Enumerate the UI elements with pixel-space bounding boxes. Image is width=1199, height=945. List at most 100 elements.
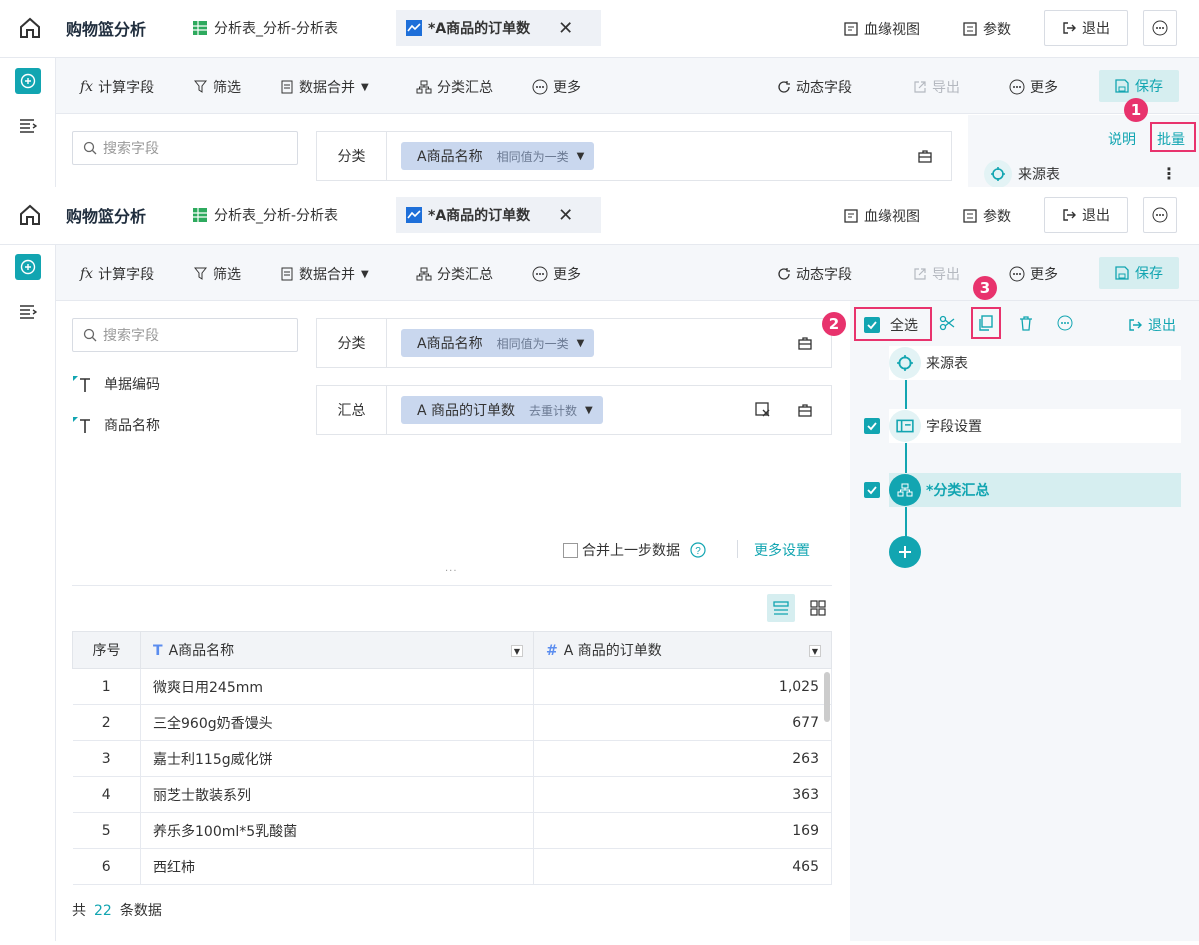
more-options-button[interactable] <box>1143 197 1177 233</box>
checkbox-checked-icon[interactable] <box>864 317 880 333</box>
search-field-input[interactable]: 搜索字段 <box>72 318 298 352</box>
chart-line-icon <box>406 207 422 223</box>
export-icon <box>913 80 927 94</box>
table-scrollbar[interactable] <box>824 672 830 722</box>
clear-field-icon[interactable] <box>755 402 771 418</box>
save-button[interactable]: 保存 <box>1099 70 1179 102</box>
trash-icon[interactable] <box>1018 315 1034 331</box>
col-header-name[interactable]: T A商品名称 ▼ <box>140 631 534 669</box>
tab-active-orders[interactable]: *A商品的订单数 ✕ <box>396 10 601 46</box>
field-item[interactable]: 单据编码 <box>72 374 160 394</box>
label: 更多 <box>553 80 581 96</box>
category-pill[interactable]: A商品名称 相同值为一类 ▼ <box>401 329 595 357</box>
tab-analysis-table[interactable]: 分析表_分析-分析表 <box>192 197 338 233</box>
tab-active-orders[interactable]: *A商品的订单数 ✕ <box>396 197 601 233</box>
exit-button[interactable]: 退出 <box>1044 10 1128 46</box>
filter-button[interactable]: 筛选 <box>194 264 241 284</box>
list-icon[interactable] <box>19 304 37 320</box>
category-pill[interactable]: A商品名称 相同值为一类 ▼ <box>401 142 595 170</box>
dropdown-icon[interactable]: ▼ <box>809 645 821 657</box>
close-icon[interactable]: ✕ <box>558 18 573 39</box>
export-button[interactable]: 导出 <box>913 77 960 97</box>
back-source-node[interactable]: 来源表 <box>984 160 1060 188</box>
data-merge-button[interactable]: 数据合并 ▼ <box>280 264 369 284</box>
list-view-icon <box>773 601 789 615</box>
group-summary-button[interactable]: 分类汇总 <box>416 77 493 97</box>
kebab-icon[interactable]: ⋮ <box>1161 164 1177 183</box>
more-button-left[interactable]: 更多 <box>532 264 581 284</box>
lineage-view-button[interactable]: 血缘视图 <box>844 206 920 226</box>
checkbox-checked-icon[interactable] <box>864 482 880 498</box>
more-settings-link[interactable]: 更多设置 <box>754 540 810 560</box>
label: 动态字段 <box>796 267 852 283</box>
checkbox-checked-icon[interactable] <box>864 418 880 434</box>
params-button[interactable]: 参数 <box>963 19 1011 39</box>
home-icon[interactable] <box>18 16 42 40</box>
chart-line-icon <box>406 20 422 36</box>
group-summary-button[interactable]: 分类汇总 <box>416 264 493 284</box>
filter-icon <box>194 267 208 281</box>
field-label: 单据编码 <box>104 377 160 393</box>
export-button[interactable]: 导出 <box>913 264 960 284</box>
more-options-button[interactable] <box>1143 10 1177 46</box>
help-icon[interactable]: ? <box>690 542 706 558</box>
add-step-icon[interactable] <box>15 254 41 280</box>
step-group-summary[interactable]: *分类汇总 <box>889 473 1181 507</box>
step-field-settings[interactable]: 字段设置 <box>889 409 1181 443</box>
merge-prev-label: 合并上一步数据 <box>582 543 680 559</box>
exit-button[interactable]: 退出 <box>1044 197 1128 233</box>
more-button-left[interactable]: 更多 <box>532 77 581 97</box>
dynamic-field-button[interactable]: 动态字段 <box>777 77 852 97</box>
plus-icon <box>899 546 911 558</box>
cell-count: 465 <box>533 848 832 885</box>
category-label: 分类 <box>317 132 387 180</box>
resize-handle[interactable]: ··· <box>445 566 458 577</box>
lineage-view-button[interactable]: 血缘视图 <box>844 19 920 39</box>
add-step-icon[interactable] <box>15 68 41 94</box>
batch-exit-button[interactable]: 退出 <box>1128 315 1176 335</box>
add-step-button[interactable] <box>889 536 921 568</box>
total-prefix: 共 <box>72 903 86 919</box>
calc-field-button[interactable]: fx 计算字段 <box>80 77 154 97</box>
list-icon[interactable] <box>19 118 37 134</box>
label: 更多 <box>553 267 581 283</box>
label: 数据合并 <box>299 80 355 96</box>
step-source-table[interactable]: 来源表 <box>889 346 1181 380</box>
label: 更多 <box>1030 80 1058 96</box>
step-badge-1: 1 <box>1124 98 1148 122</box>
list-view-button[interactable] <box>767 594 795 622</box>
col-header-count[interactable]: # A 商品的订单数 ▼ <box>533 631 832 669</box>
toolbox-icon[interactable] <box>917 148 933 164</box>
dropdown-icon[interactable]: ▼ <box>511 645 523 657</box>
pill-label: A 商品的订单数 <box>417 403 516 419</box>
field-item[interactable]: 商品名称 <box>72 415 160 435</box>
copy-icon[interactable] <box>978 315 994 331</box>
more-dots-icon <box>1152 20 1168 36</box>
dynamic-field-button[interactable]: 动态字段 <box>777 264 852 284</box>
more-dots-icon[interactable] <box>1057 315 1073 331</box>
toolbox-icon[interactable] <box>797 335 813 351</box>
close-icon[interactable]: ✕ <box>558 205 573 226</box>
select-all-checkbox[interactable]: 全选 <box>864 315 918 335</box>
calc-field-button[interactable]: fx 计算字段 <box>80 264 154 284</box>
toolbox-icon[interactable] <box>797 402 813 418</box>
explain-link[interactable]: 说明 <box>1108 129 1136 149</box>
scissors-icon[interactable] <box>939 315 955 331</box>
checkbox[interactable] <box>563 542 578 558</box>
label: 导出 <box>932 80 960 96</box>
tab-analysis-table[interactable]: 分析表_分析-分析表 <box>192 10 338 46</box>
step-label: 字段设置 <box>926 419 982 435</box>
home-icon[interactable] <box>18 203 42 227</box>
params-button[interactable]: 参数 <box>963 206 1011 226</box>
batch-link[interactable]: 批量 <box>1157 129 1185 149</box>
grid-view-button[interactable] <box>804 594 832 622</box>
save-button[interactable]: 保存 <box>1099 257 1179 289</box>
data-merge-button[interactable]: 数据合并 ▼ <box>280 77 369 97</box>
search-field-back[interactable]: 搜索字段 <box>72 131 298 165</box>
filter-button[interactable]: 筛选 <box>194 77 241 97</box>
more-button-right[interactable]: 更多 <box>1009 264 1058 284</box>
summary-pill[interactable]: A 商品的订单数 去重计数 ▼ <box>401 396 603 424</box>
export-icon <box>913 267 927 281</box>
merge-prev-checkbox[interactable]: 合并上一步数据 ? <box>563 540 706 560</box>
more-button-right[interactable]: 更多 <box>1009 77 1058 97</box>
